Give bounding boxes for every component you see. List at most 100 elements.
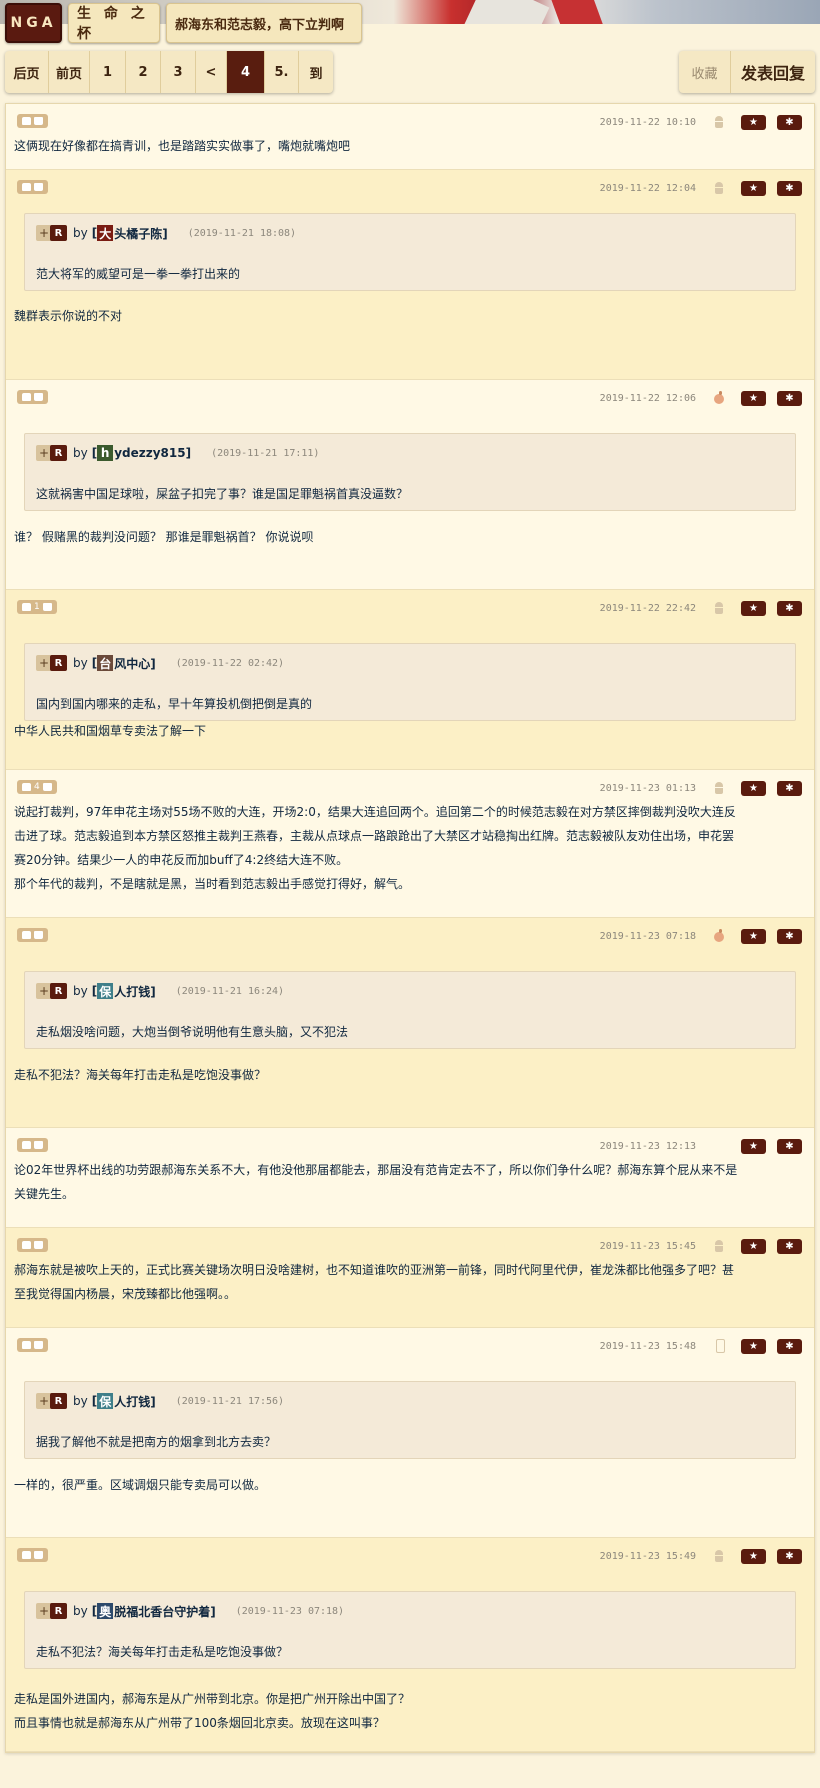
thumb-up-icon[interactable] <box>22 1551 31 1559</box>
prev-page-button[interactable]: 前页 <box>49 51 90 93</box>
expand-icon[interactable]: + <box>39 446 50 460</box>
quote-badge[interactable]: + R <box>36 225 67 241</box>
thumb-up-icon[interactable] <box>22 783 31 791</box>
thumb-up-icon[interactable] <box>22 1341 31 1349</box>
post-text-line: 赛20分钟。结果少一人的申花反而加buff了4:2终结大连不败。 <box>14 853 349 867</box>
breadcrumb: NGA 生 命 之 杯 郝海东和范志毅，高下立判啊 <box>5 3 362 43</box>
gear-icon[interactable]: ✱ <box>777 115 802 130</box>
gear-icon[interactable]: ✱ <box>777 929 802 944</box>
gear-icon[interactable]: ✱ <box>777 1139 802 1154</box>
vote-widget[interactable] <box>17 1238 48 1252</box>
quote-username[interactable]: [大头橘子陈] <box>92 225 168 242</box>
page-3-button[interactable]: 3 <box>161 51 196 93</box>
goto-page-button[interactable]: 到 <box>299 51 333 93</box>
quote-username-text: 人打钱] <box>114 1394 156 1409</box>
quote-badge[interactable]: + R <box>36 655 67 671</box>
vote-widget[interactable] <box>17 114 48 128</box>
thumb-down-icon[interactable] <box>34 931 43 939</box>
star-icon[interactable]: ★ <box>741 181 766 196</box>
nga-logo[interactable]: NGA <box>5 3 62 43</box>
page-2-button[interactable]: 2 <box>126 51 161 93</box>
thumb-down-icon[interactable] <box>42 603 52 611</box>
breadcrumb-topic[interactable]: 郝海东和范志毅，高下立判啊 <box>166 3 362 43</box>
post-item: 2019-11-23 12:13 ★ ✱ 论02年世界杯出线的功劳跟郝海东关系不大，有… <box>6 1128 814 1228</box>
vote-widget[interactable]: 1 <box>17 600 57 614</box>
vote-widget[interactable] <box>17 180 48 194</box>
quote-username[interactable]: [保人打钱] <box>92 1393 156 1410</box>
post-item: 2019-11-23 07:18 ★ ✱ + Rby[保人打钱] (2019-11-21 … <box>6 918 814 1128</box>
post-content: 魏群表示你说的不对 <box>14 304 806 328</box>
thumb-up-icon[interactable] <box>22 1141 31 1149</box>
thumb-down-icon[interactable] <box>34 1341 43 1349</box>
quote-time: (2019-11-21 17:11) <box>211 447 320 459</box>
gear-icon[interactable]: ✱ <box>777 1239 802 1254</box>
thumb-up-icon[interactable] <box>22 603 31 611</box>
star-icon[interactable]: ★ <box>741 781 766 796</box>
star-icon[interactable]: ★ <box>741 601 766 616</box>
expand-icon[interactable]: + <box>39 984 50 998</box>
quote-badge[interactable]: + R <box>36 1393 67 1409</box>
gear-icon[interactable]: ✱ <box>777 1549 802 1564</box>
expand-icon[interactable]: + <box>39 656 50 670</box>
user-avatar: 台 <box>97 655 114 671</box>
thumb-down-icon[interactable] <box>34 1551 43 1559</box>
quote-badge[interactable]: + R <box>36 983 67 999</box>
thumb-down-icon[interactable] <box>34 183 43 191</box>
page-back-button[interactable]: < <box>196 51 227 93</box>
post-date: 2019-11-23 07:18 <box>599 931 696 942</box>
thumb-down-icon[interactable] <box>34 117 43 125</box>
star-icon[interactable]: ★ <box>741 391 766 406</box>
vote-widget[interactable] <box>17 1338 48 1352</box>
quote-text: 走私烟没啥问题，大炮当倒爷说明他有生意头脑，又不犯法 <box>36 1025 349 1039</box>
pagination: 后页 前页 1 2 3 <4 5. 到 <box>5 51 333 93</box>
vote-widget[interactable] <box>17 1138 48 1152</box>
quote-username[interactable]: [奥脱福北香台守护着] <box>92 1603 216 1620</box>
vote-widget[interactable] <box>17 928 48 942</box>
thumb-down-icon[interactable] <box>34 393 43 401</box>
quote-username[interactable]: [台风中心] <box>92 655 156 672</box>
gear-icon[interactable]: ✱ <box>777 391 802 406</box>
page-5-button[interactable]: 5. <box>265 51 299 93</box>
vote-widget[interactable] <box>17 390 48 404</box>
gear-icon[interactable]: ✱ <box>777 181 802 196</box>
thumb-down-icon[interactable] <box>34 1241 43 1249</box>
star-icon[interactable]: ★ <box>741 1339 766 1354</box>
quote-badge[interactable]: + R <box>36 445 67 461</box>
reply-button[interactable]: 发表回复 <box>731 51 815 93</box>
apple-icon <box>714 391 724 404</box>
quote-username[interactable]: [保人打钱] <box>92 983 156 1000</box>
gear-icon[interactable]: ✱ <box>777 781 802 796</box>
vote-widget[interactable] <box>17 1548 48 1562</box>
thumb-down-icon[interactable] <box>42 783 52 791</box>
android-icon <box>714 181 724 194</box>
thumb-up-icon[interactable] <box>22 931 31 939</box>
thumb-up-icon[interactable] <box>22 183 31 191</box>
expand-icon[interactable]: + <box>39 1394 50 1408</box>
star-icon[interactable]: ★ <box>741 1549 766 1564</box>
quote-badge[interactable]: + R <box>36 1603 67 1619</box>
quote-text: 范大将军的威望可是一拳一拳打出来的 <box>36 267 241 281</box>
breadcrumb-forum[interactable]: 生 命 之 杯 <box>68 3 160 43</box>
expand-icon[interactable]: + <box>39 226 50 240</box>
thumb-down-icon[interactable] <box>34 1141 43 1149</box>
star-icon[interactable]: ★ <box>741 1239 766 1254</box>
android-icon <box>714 115 724 128</box>
thumb-up-icon[interactable] <box>22 393 31 401</box>
page-1-button[interactable]: 1 <box>90 51 126 93</box>
gear-icon[interactable]: ✱ <box>777 1339 802 1354</box>
quote-username[interactable]: [h ydezzy815] <box>92 445 191 461</box>
thumb-up-icon[interactable] <box>22 1241 31 1249</box>
quote-block: + Rby[台风中心] (2019-11-22 02:42) 国内到国内哪来的走私，早… <box>24 643 796 721</box>
star-icon[interactable]: ★ <box>741 929 766 944</box>
favorite-button[interactable]: 收藏 <box>679 51 731 93</box>
star-icon[interactable]: ★ <box>741 115 766 130</box>
reply-label: R <box>50 1603 67 1619</box>
vote-widget[interactable]: 4 <box>17 780 57 794</box>
thumb-up-icon[interactable] <box>22 117 31 125</box>
gear-icon[interactable]: ✱ <box>777 601 802 616</box>
next-page-button[interactable]: 后页 <box>5 51 49 93</box>
page-4-button[interactable]: 4 <box>227 51 265 93</box>
expand-icon[interactable]: + <box>39 1604 50 1618</box>
post-text-line: 至我觉得国内杨晨，宋茂臻都比他强啊。。 <box>14 1287 237 1301</box>
star-icon[interactable]: ★ <box>741 1139 766 1154</box>
